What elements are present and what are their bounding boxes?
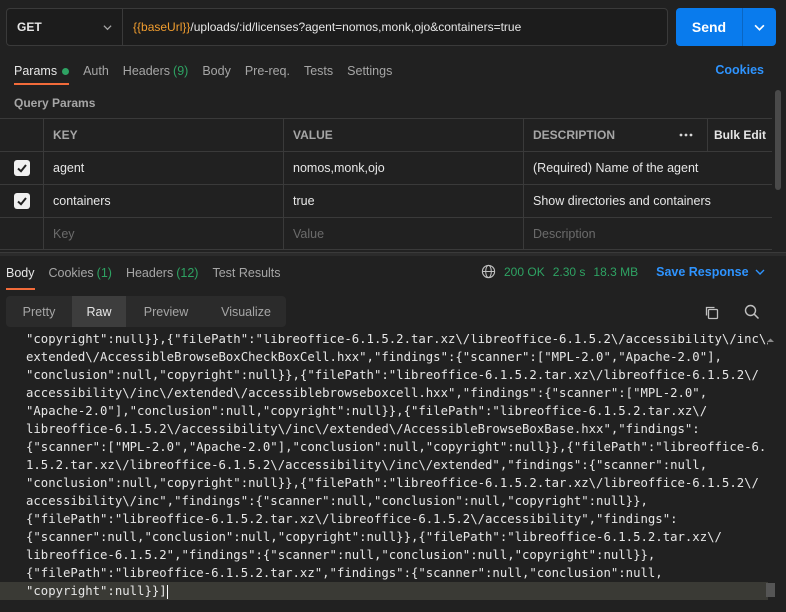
code-line: libreoffice-6.1.5.2\/accessibility\/inc\…	[26, 422, 700, 436]
mode-visualize[interactable]: Visualize	[206, 296, 286, 327]
mode-pretty[interactable]: Pretty	[6, 296, 72, 327]
request-bar: GET {{baseUrl}}/uploads/:id/licenses?age…	[6, 8, 668, 46]
code-line: "conclusion":null,"copyright":null}},{"f…	[26, 368, 759, 382]
row-checkbox-cell	[0, 185, 43, 217]
tab-response-cookies[interactable]: Cookies (1)	[49, 260, 112, 286]
params-table: KEY VALUE DESCRIPTION Bulk Edit agent no…	[0, 118, 772, 250]
copy-icon[interactable]	[703, 304, 721, 322]
code-line: accessibility\/inc\/extended\/accessible…	[26, 386, 708, 400]
send-button-group: Send	[676, 8, 776, 46]
tab-body[interactable]: Body	[202, 58, 231, 84]
response-cookies-count: (1)	[96, 266, 112, 280]
url-input[interactable]: {{baseUrl}}/uploads/:id/licenses?agent=n…	[123, 9, 667, 45]
headers-count: (9)	[173, 64, 189, 78]
param-key[interactable]: agent	[43, 152, 283, 184]
tab-response-headers[interactable]: Headers (12)	[126, 260, 198, 286]
row-checkbox[interactable]	[13, 160, 30, 176]
param-value[interactable]: nomos,monk,ojo	[283, 152, 523, 184]
save-response-label: Save Response	[656, 264, 749, 279]
code-line: extended\/AccessibleBrowseBoxCheckBoxCel…	[26, 350, 722, 364]
tab-headers-label: Headers	[122, 64, 171, 78]
code-line: accessibility\/inc","findings":{"scanner…	[26, 494, 648, 508]
code-line: "Apache-2.0"],"conclusion":null,"copyrig…	[26, 404, 708, 418]
bulk-edit-button[interactable]: Bulk Edit	[708, 128, 772, 142]
save-response-button[interactable]: Save Response	[656, 264, 765, 279]
code-line: libreoffice-6.1.5.2","findings":{"scanne…	[26, 548, 656, 562]
tab-prereq[interactable]: Pre-req.	[245, 58, 290, 84]
tab-response-cookies-label: Cookies	[48, 266, 94, 280]
chevron-down-icon	[755, 269, 765, 275]
mode-raw[interactable]: Raw	[72, 296, 126, 327]
table-row: agent nomos,monk,ojo (Required) Name of …	[0, 151, 772, 184]
code-line: {"filePath":"libreoffice-6.1.5.2.tar.xz\…	[26, 512, 678, 526]
param-description[interactable]: (Required) Name of the agent	[523, 152, 772, 184]
code-line-text: "copyright":null}}]	[26, 584, 167, 598]
tab-params-label: Params	[14, 64, 58, 78]
param-key[interactable]: containers	[43, 185, 283, 217]
mode-preview[interactable]: Preview	[126, 296, 206, 327]
table-header: KEY VALUE DESCRIPTION Bulk Edit	[0, 118, 772, 151]
tab-auth[interactable]: Auth	[83, 58, 109, 84]
new-description-input[interactable]: Description	[523, 218, 772, 249]
response-tabs: Body Cookies (1) Headers (12) Test Results	[0, 260, 470, 290]
header-select-cell	[0, 119, 43, 151]
tab-response-body[interactable]: Body	[6, 260, 35, 290]
query-params-title: Query Params	[14, 96, 96, 110]
tab-headers[interactable]: Headers (9)	[123, 58, 189, 84]
url-variable: {{baseUrl}}	[133, 20, 191, 34]
code-line: "conclusion":null,"copyright":null}},{"f…	[26, 476, 759, 490]
globe-icon[interactable]	[481, 264, 496, 279]
text-caret	[166, 584, 168, 599]
tab-params[interactable]: Params	[14, 58, 70, 85]
table-row-empty: Key Value Description	[0, 217, 772, 250]
more-horizontal-icon[interactable]	[664, 119, 708, 151]
param-value[interactable]: true	[283, 185, 523, 217]
method-label: GET	[17, 20, 42, 34]
code-line: 1.5.2.tar.xz\/libreoffice-6.1.5.2\/acces…	[26, 458, 708, 472]
header-description-group: DESCRIPTION Bulk Edit	[523, 119, 772, 151]
response-body-editor[interactable]: "copyright":null}},{"filePath":"libreoff…	[0, 334, 768, 604]
check-icon	[16, 164, 27, 173]
cookies-link[interactable]: Cookies	[715, 63, 764, 77]
header-value: VALUE	[283, 119, 523, 151]
pane-divider[interactable]	[0, 252, 786, 256]
param-description[interactable]: Show directories and containers	[523, 185, 772, 217]
search-icon[interactable]	[743, 303, 761, 321]
chevron-down-icon	[754, 24, 765, 31]
body-mode-selector: Pretty Raw Preview Visualize	[6, 296, 286, 327]
header-description: DESCRIPTION	[533, 128, 616, 142]
tab-test-results[interactable]: Test Results	[212, 260, 280, 286]
code-line: {"filePath":"libreoffice-6.1.5.2.tar.xz"…	[26, 566, 663, 580]
params-scrollbar[interactable]	[775, 90, 781, 190]
tab-response-headers-label: Headers	[125, 266, 174, 280]
response-status: 200 OK 2.30 s 18.3 MB Save Response	[481, 264, 765, 279]
response-time[interactable]: 2.30 s	[553, 265, 586, 279]
chevron-down-icon	[103, 24, 112, 30]
tab-settings[interactable]: Settings	[347, 58, 392, 84]
code-line: {"scanner":["MPL-2.0","Apache-2.0"],"con…	[26, 440, 767, 454]
code-line: {"scanner":null,"conclusion":null,"copyr…	[26, 530, 722, 544]
request-tabs: Params Auth Headers (9) Body Pre-req. Tes…	[0, 58, 786, 85]
table-row: containers true Show directories and con…	[0, 184, 772, 217]
response-headers-count: (12)	[176, 266, 199, 280]
row-checkbox-cell	[0, 218, 43, 249]
new-key-input[interactable]: Key	[43, 218, 283, 249]
new-value-input[interactable]: Value	[283, 218, 523, 249]
status-code[interactable]: 200 OK	[504, 265, 545, 279]
scroll-up-arrow-icon[interactable]	[766, 336, 775, 345]
check-icon	[16, 197, 27, 206]
body-scrollbar-thumb[interactable]	[766, 583, 775, 597]
params-active-dot	[62, 67, 70, 75]
code-line-current: "copyright":null}}]	[0, 582, 768, 600]
send-button[interactable]: Send	[676, 8, 743, 46]
row-checkbox[interactable]	[13, 193, 30, 209]
header-key: KEY	[43, 119, 283, 151]
url-path: /uploads/:id/licenses?agent=nomos,monk,o…	[190, 20, 522, 34]
tab-tests[interactable]: Tests	[304, 58, 333, 84]
send-options-button[interactable]	[743, 8, 776, 46]
code-line: "copyright":null}},{"filePath":"libreoff…	[26, 334, 768, 346]
response-size[interactable]: 18.3 MB	[593, 265, 638, 279]
method-select[interactable]: GET	[7, 9, 123, 45]
row-checkbox-cell	[0, 152, 43, 184]
